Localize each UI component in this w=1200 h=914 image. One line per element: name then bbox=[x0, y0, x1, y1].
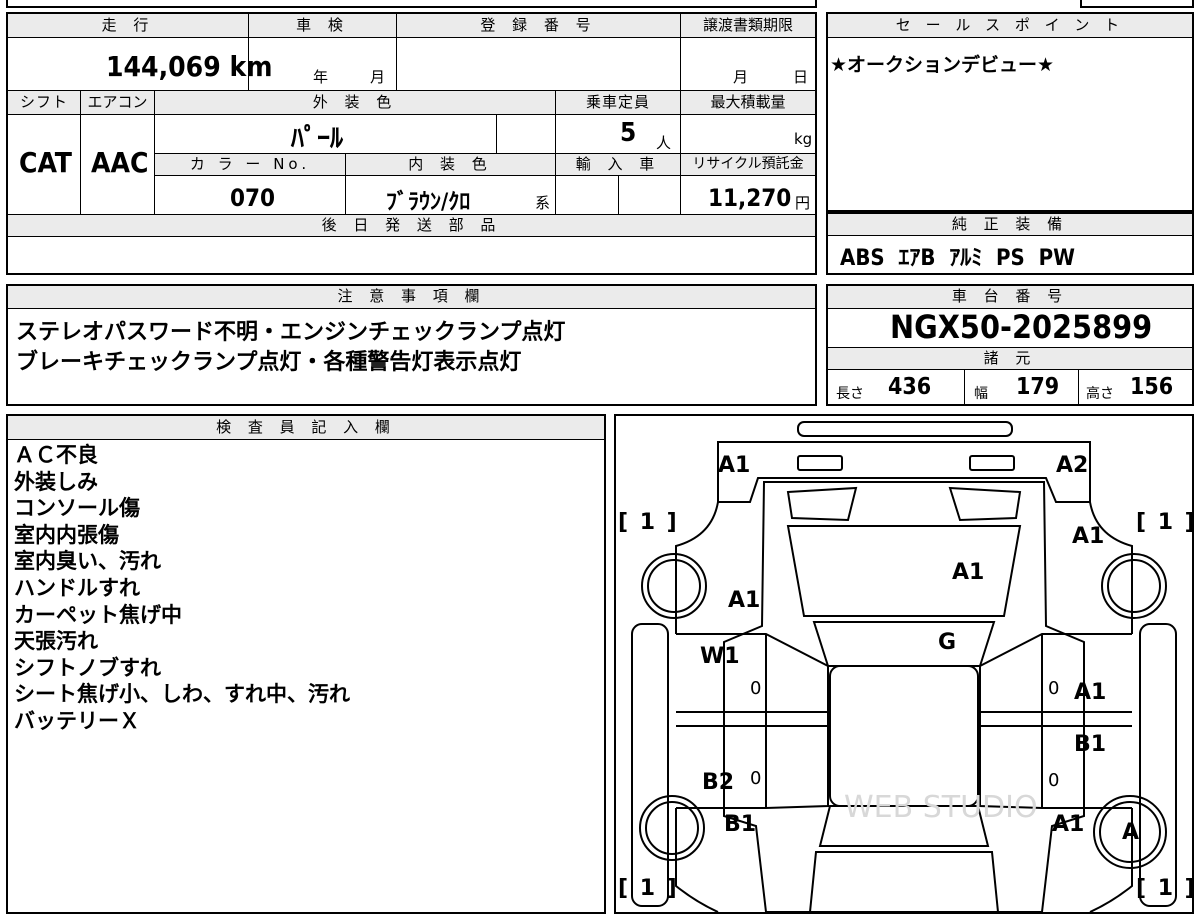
mileage-value: 144,069 km bbox=[106, 50, 273, 83]
equipment-box: 純 正 装 備 ABS ｴｱB ｱﾙﾐ PS PW bbox=[826, 212, 1194, 275]
mark-tire-front-right: [ 1 ] bbox=[1136, 510, 1197, 535]
equipment-header: 純 正 装 備 bbox=[828, 214, 1192, 236]
inspection-year-unit: 年 bbox=[313, 68, 329, 86]
inspector-line: 室内臭い、汚れ bbox=[14, 549, 161, 574]
spec-table: 走 行 車 検 登 録 番 号 譲渡書類期限 144,069 km 年 月 月 … bbox=[6, 12, 817, 275]
width-label: 幅 bbox=[974, 386, 988, 402]
max-load-unit: kg bbox=[794, 130, 813, 148]
capacity-value: 5 bbox=[620, 118, 637, 148]
mark-tire-rear-left: [ 1 ] bbox=[618, 876, 679, 901]
transfer-day-unit: 日 bbox=[793, 68, 809, 86]
shift-value: CAT bbox=[19, 146, 72, 179]
chassis-box: 車 台 番 号 NGX50-2025899 諸 元 長さ 436 幅 179 高… bbox=[826, 284, 1194, 406]
watermark: WEB STUDIO bbox=[844, 790, 1038, 825]
notes-line-1: ステレオパスワード不明・エンジンチェックランプ点灯 bbox=[16, 320, 566, 345]
length-label: 長さ bbox=[836, 386, 864, 402]
notes-header: 注 意 事 項 欄 bbox=[8, 286, 815, 309]
color-no-header: カ ラ ー No. bbox=[155, 154, 345, 176]
sales-point-text: ★オークションデビュー★ bbox=[830, 54, 1055, 76]
inspection-month-unit: 月 bbox=[370, 68, 386, 86]
chassis-number: NGX50-2025899 bbox=[890, 308, 1153, 346]
spec-header: 諸 元 bbox=[828, 348, 1192, 370]
length-value: 436 bbox=[888, 374, 932, 400]
mark-front-left: A1 bbox=[718, 453, 751, 478]
top-edge-strip-right bbox=[1080, 0, 1194, 8]
mark-tire-rear-right: [ 1 ] bbox=[1136, 876, 1197, 901]
recycle-value: 11,270 bbox=[708, 184, 792, 212]
inspector-line: 室内内張傷 bbox=[14, 522, 119, 547]
interior-color-header: 内 装 色 bbox=[346, 154, 555, 176]
notes-box: 注 意 事 項 欄 ステレオパスワード不明・エンジンチェックランプ点灯 ブレーキ… bbox=[6, 284, 817, 406]
inspector-line: コンソール傷 bbox=[14, 496, 140, 521]
mark-door-front-left: W1 bbox=[700, 644, 740, 669]
shift-header: シフト bbox=[8, 91, 80, 115]
interior-color-suffix: 系 bbox=[535, 194, 551, 212]
inspector-box: 検 査 員 記 入 欄 ＡＣ不良 外装しみ コンソール傷 室内内張傷 室内臭い、汚れ ハン… bbox=[6, 414, 606, 914]
height-value: 156 bbox=[1130, 374, 1174, 400]
aircon-header: エアコン bbox=[81, 91, 154, 115]
notes-line-2: ブレーキチェックランプ点灯・各種警告灯表示点灯 bbox=[16, 350, 522, 375]
equipment-items: ABS ｴｱB ｱﾙﾐ PS PW bbox=[840, 246, 1075, 271]
exterior-color-header: 外 装 色 bbox=[155, 91, 555, 115]
inspection-header: 車 検 bbox=[249, 14, 396, 38]
inspector-line: シフトノブすれ bbox=[14, 655, 161, 680]
inspector-line: 外装しみ bbox=[14, 469, 98, 494]
car-diagram-box: A1 A2 [ 1 ] [ 1 ] A1 A1 A1 G W1 0 0 A1 B… bbox=[614, 414, 1197, 914]
inspector-line: ハンドルすれ bbox=[14, 575, 140, 600]
max-load-header: 最大積載量 bbox=[681, 91, 815, 115]
mark-fender-rear-right: A1 bbox=[1052, 812, 1085, 837]
color-no-value: 070 bbox=[230, 184, 276, 212]
mark-front-right: A2 bbox=[1056, 453, 1089, 478]
mark-fender-front-left: A1 bbox=[728, 588, 761, 613]
capacity-unit: 人 bbox=[656, 134, 672, 152]
recycle-unit: 円 bbox=[795, 194, 811, 212]
later-parts-header: 後 日 発 送 部 品 bbox=[8, 215, 815, 237]
transfer-month-unit: 月 bbox=[733, 68, 749, 86]
mark-wheel-rear-right: A bbox=[1122, 820, 1140, 845]
inspector-line: 天張汚れ bbox=[14, 629, 98, 654]
import-header: 輸 入 車 bbox=[556, 154, 680, 176]
mark-door-rear-left: B2 bbox=[702, 770, 735, 795]
mark-door-front-right: A1 bbox=[1074, 680, 1107, 705]
transfer-deadline-header: 譲渡書類期限 bbox=[681, 14, 815, 38]
sales-point-box: セ ー ル ス ポ イ ン ト ★オークションデビュー★ bbox=[826, 12, 1194, 212]
mark-windshield: G bbox=[938, 630, 957, 655]
width-value: 179 bbox=[1016, 374, 1060, 400]
mark-door-front-right-zero: 0 bbox=[1048, 678, 1060, 699]
mark-door-rear-right-zero: 0 bbox=[1048, 770, 1060, 791]
mark-hood: A1 bbox=[952, 560, 985, 585]
capacity-header: 乗車定員 bbox=[556, 91, 680, 115]
mileage-header: 走 行 bbox=[8, 14, 248, 38]
mark-door-rear-left-zero: 0 bbox=[750, 768, 762, 789]
inspector-header: 検 査 員 記 入 欄 bbox=[8, 416, 604, 440]
mark-tire-front-left: [ 1 ] bbox=[618, 510, 679, 535]
exterior-color-value: ﾊﾟｰﾙ bbox=[291, 124, 344, 154]
height-label: 高さ bbox=[1086, 386, 1114, 402]
inspector-line: ＡＣ不良 bbox=[14, 443, 98, 467]
chassis-header: 車 台 番 号 bbox=[828, 286, 1192, 309]
inspector-lines: ＡＣ不良 外装しみ コンソール傷 室内内張傷 室内臭い、汚れ ハンドルすれ カーペット焦げ中… bbox=[14, 442, 350, 735]
aircon-value: AAC bbox=[91, 146, 149, 179]
mark-door-front-left-zero: 0 bbox=[750, 678, 762, 699]
recycle-header: リサイクル預託金 bbox=[681, 154, 815, 176]
inspector-line: カーペット焦げ中 bbox=[14, 602, 182, 627]
mark-door-rear-right: B1 bbox=[1074, 732, 1107, 757]
sales-point-header: セ ー ル ス ポ イ ン ト bbox=[828, 14, 1192, 38]
top-edge-strip bbox=[6, 0, 817, 8]
mark-fender-rear-left: B1 bbox=[724, 812, 757, 837]
mark-fender-front-right: A1 bbox=[1072, 524, 1105, 549]
inspector-line: シート焦げ小、しわ、すれ中、汚れ bbox=[14, 682, 350, 707]
inspector-line: バッテリーＸ bbox=[14, 708, 140, 733]
registration-header: 登 録 番 号 bbox=[397, 14, 680, 38]
interior-color-value: ﾌﾞﾗｳﾝ/ｸﾛ bbox=[386, 190, 471, 215]
